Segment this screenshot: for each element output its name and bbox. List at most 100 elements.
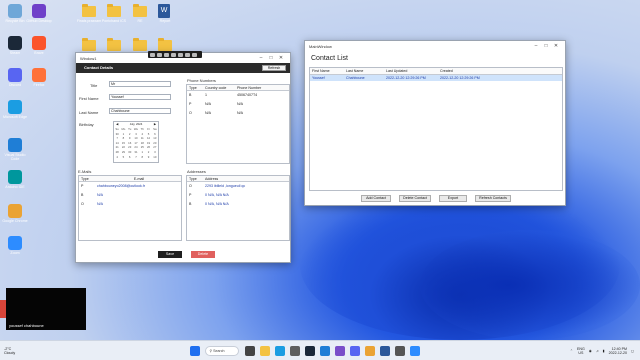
addresses-label: Addresses [187, 169, 206, 174]
table-row[interactable]: O 2293 ibilleld ,longueuil qc [187, 182, 289, 191]
webcam-caption: youssef chahboune [9, 323, 44, 328]
desktop-shortcut[interactable]: Arduino IDE [2, 170, 28, 189]
close-button[interactable]: ✕ [551, 43, 561, 49]
export-button[interactable]: Export [439, 195, 467, 202]
column-header[interactable]: First Name [310, 68, 344, 74]
windows-start-icon[interactable] [189, 345, 200, 356]
column-header: Type [189, 86, 197, 90]
folder-icon[interactable] [133, 38, 147, 51]
date: 2022-12-20 [608, 350, 628, 355]
title-field[interactable]: Mr [109, 81, 171, 87]
language-indicator[interactable]: ENG US [577, 347, 585, 355]
app-icon [8, 204, 22, 218]
table-row[interactable]: Youssef Chahboune 2022-12-20 12:29:26 PM… [310, 75, 562, 81]
column-header[interactable]: Created [438, 68, 488, 74]
maximize-button[interactable]: □ [266, 55, 276, 61]
folder-icon[interactable] [158, 38, 172, 51]
edge-icon[interactable] [274, 345, 285, 356]
minimize-button[interactable]: – [531, 43, 541, 49]
refresh-button[interactable]: Refresh [262, 65, 286, 71]
desktop-shortcut[interactable]: Microsoft Edge [2, 100, 28, 119]
tray-chevron-icon[interactable]: ⌃ [570, 349, 573, 353]
cell: B [189, 202, 192, 206]
terminal-icon[interactable] [394, 345, 405, 356]
visual-studio-icon[interactable] [334, 345, 345, 356]
desktop-shortcut-label: Firefox [33, 83, 45, 87]
weather-widget[interactable]: -2°C Cloudy [0, 347, 40, 355]
minimize-button[interactable]: – [256, 55, 266, 61]
battery-icon[interactable]: ▮ [603, 349, 605, 353]
table-row[interactable]: O N/A [79, 200, 181, 209]
folder-icon[interactable] [82, 38, 96, 51]
desktop-shortcut[interactable]: Google Chrome [2, 204, 28, 223]
file-explorer-icon[interactable] [259, 345, 270, 356]
table-row[interactable]: B 1 45067407T4 [187, 91, 289, 100]
delete-contact-button[interactable]: Delete Contact [399, 195, 431, 202]
app-icon [8, 68, 22, 82]
desktop-folder-label: RE [137, 19, 143, 23]
contact-details-window: Window1 – □ ✕ Contact Details Refresh Ti… [75, 52, 291, 263]
discord-icon[interactable] [349, 345, 360, 356]
folder-icon[interactable] [82, 4, 96, 17]
notification-icon[interactable]: ◻ [631, 349, 634, 353]
folder-icon[interactable] [107, 4, 121, 17]
vscode-icon[interactable] [319, 345, 330, 356]
clock[interactable]: 12:40 PM 2022-12-20 [609, 347, 627, 355]
desktop-shortcut[interactable]: Visual Studio Code [2, 138, 28, 161]
table-row[interactable]: Pchahbouneyo2008@outlook.fr [79, 182, 181, 191]
birthday-label: Birthday [79, 122, 94, 127]
desktop-file-label: Report [159, 19, 171, 23]
page-title: Contact List [311, 55, 348, 62]
save-button[interactable]: Save [158, 251, 182, 258]
table-row[interactable]: P 0 N/A, N/A N/A [187, 191, 289, 200]
column-header[interactable]: Last Updated [384, 68, 438, 74]
cell: N/A [237, 111, 243, 115]
delete-button[interactable]: Delete [191, 251, 215, 258]
chrome-icon[interactable] [364, 345, 375, 356]
word-document-icon[interactable]: W [158, 4, 170, 18]
word-icon[interactable] [379, 345, 390, 356]
first-name-field[interactable]: Youssef [109, 94, 171, 100]
column-header: E-mail [133, 177, 145, 181]
close-button[interactable]: ✕ [276, 55, 286, 61]
search-input[interactable]: ⚲ Search [205, 345, 240, 356]
region: US [578, 350, 584, 355]
table-row[interactable]: B N/A [79, 191, 181, 200]
cell: B [81, 193, 84, 197]
folder-icon[interactable] [133, 4, 147, 17]
wifi-icon[interactable]: ◉ [589, 349, 592, 353]
desktop-shortcut[interactable]: Steam [2, 36, 28, 55]
desktop-shortcut[interactable]: GitHub Desktop [26, 4, 52, 23]
maximize-button[interactable]: □ [541, 43, 551, 49]
cell: O [81, 202, 84, 206]
debug-toolbar[interactable] [148, 51, 202, 58]
table-row[interactable]: B 0 N/A, N/A N/A [187, 200, 289, 209]
cell: Chahboune [346, 76, 365, 80]
steam-icon[interactable] [304, 345, 315, 356]
column-header: Type [81, 177, 89, 181]
calendar-day[interactable]: 10 [152, 155, 158, 160]
desktop-shortcut[interactable]: Discord [2, 68, 28, 87]
store-icon[interactable] [289, 345, 300, 356]
cell: N/A [97, 193, 103, 197]
app-icon [8, 100, 22, 114]
folder-icon[interactable] [107, 38, 121, 51]
task-view-icon[interactable] [244, 345, 255, 356]
table-header: First Name Last Name Last Updated Create… [310, 68, 562, 75]
desktop-shortcut[interactable]: Zoom [2, 236, 28, 255]
add-contact-button[interactable]: Add Contact [361, 195, 391, 202]
last-name-field[interactable]: Chahboune [109, 108, 171, 114]
desktop-shortcut[interactable]: Recycle Bin [2, 4, 28, 23]
volume-icon[interactable]: ♫ [596, 349, 599, 353]
zoom-icon[interactable] [409, 345, 420, 356]
cell: N/A [205, 102, 211, 106]
column-header[interactable]: Last Name [344, 68, 384, 74]
desktop-shortcut[interactable]: Brave [26, 36, 52, 55]
refresh-contacts-button[interactable]: Refresh Contacts [475, 195, 511, 202]
birthday-calendar[interactable]: ◀ July, 2024 ▶ Su Mo Tu We Th Fr Sa 30 1 2 3 4 5 6 7 8… [113, 121, 159, 163]
table-row[interactable]: P N/A N/A [187, 100, 289, 109]
table-row[interactable]: O N/A N/A [187, 109, 289, 118]
taskbar: -2°C Cloudy ⚲ Search ⌃ ENG US ◉ ♫ ▮ 12:4… [0, 340, 640, 360]
contact-details-header: Contact Details Refresh [76, 63, 290, 73]
desktop-shortcut[interactable]: Firefox [26, 68, 52, 87]
